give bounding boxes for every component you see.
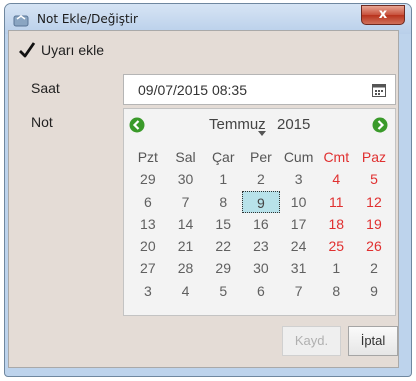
caret-down-icon[interactable] (258, 131, 266, 136)
app-icon (13, 15, 29, 27)
time-label: Saat (31, 80, 60, 96)
day-cell[interactable]: 5 (204, 280, 242, 302)
next-month-icon[interactable] (372, 117, 388, 133)
alarm-checkbox-label[interactable]: Uyarı ekle (41, 42, 104, 58)
day-cell[interactable]: 22 (204, 235, 242, 257)
day-cell[interactable]: 7 (280, 280, 318, 302)
year-label[interactable]: 2015 (277, 116, 310, 133)
day-cell[interactable]: 14 (167, 213, 205, 235)
note-label: Not (31, 114, 53, 130)
day-cell[interactable]: 15 (204, 213, 242, 235)
checkmark-icon[interactable] (18, 41, 36, 59)
day-cell[interactable]: 5 (355, 168, 393, 190)
day-cell[interactable]: 13 (129, 213, 167, 235)
calendar-popup: Temmuz 2015 Pzt Sal Çar Per Cum Cmt Paz … (123, 108, 396, 316)
datetime-field[interactable]: 09/07/2015 08:35 (123, 74, 396, 105)
weekday-header: Pzt (137, 149, 158, 165)
day-cell[interactable]: 30 (167, 168, 205, 190)
previous-month-icon[interactable] (129, 117, 145, 133)
day-cell[interactable]: 8 (317, 280, 355, 302)
day-cell[interactable]: 29 (204, 257, 242, 279)
day-cell[interactable]: 4 (167, 280, 205, 302)
calendar-grid: Pzt Sal Çar Per Cum Cmt Paz 29 30 1 2 3 … (129, 146, 393, 302)
day-cell[interactable]: 10 (280, 191, 318, 213)
weekday-header: Cmt (323, 149, 350, 165)
day-cell[interactable]: 3 (129, 280, 167, 302)
day-cell[interactable]: 16 (242, 213, 280, 235)
day-cell[interactable]: 20 (129, 235, 167, 257)
day-cell[interactable]: 2 (242, 168, 280, 190)
day-cell[interactable]: 12 (355, 191, 393, 213)
window-title: Not Ekle/Değiştir (37, 12, 138, 26)
day-cell[interactable]: 27 (129, 257, 167, 279)
day-cell[interactable]: 1 (204, 168, 242, 190)
day-cell[interactable]: 31 (280, 257, 318, 279)
weekday-header: Paz (361, 149, 387, 165)
datetime-value[interactable]: 09/07/2015 08:35 (138, 82, 247, 98)
cancel-button[interactable]: İptal (348, 326, 398, 356)
weekday-header: Çar (211, 149, 235, 165)
day-cell[interactable]: 2 (355, 257, 393, 279)
day-cell[interactable]: 11 (317, 191, 355, 213)
day-cell[interactable]: 21 (167, 235, 205, 257)
save-button[interactable]: Kayd. (282, 326, 341, 356)
calendar-icon[interactable] (372, 83, 386, 97)
day-cell[interactable]: 7 (167, 191, 205, 213)
close-button[interactable]: x (361, 5, 405, 25)
day-cell[interactable]: 25 (317, 235, 355, 257)
day-cell-selected[interactable]: 9 (242, 190, 280, 213)
day-cell[interactable]: 24 (280, 235, 318, 257)
weekday-header: Per (250, 149, 272, 165)
day-cell[interactable]: 26 (355, 235, 393, 257)
day-cell[interactable]: 19 (355, 213, 393, 235)
day-cell[interactable]: 30 (242, 257, 280, 279)
weekday-header: Sal (175, 149, 196, 165)
day-cell[interactable]: 8 (204, 191, 242, 213)
day-cell[interactable]: 28 (167, 257, 205, 279)
day-cell[interactable]: 6 (129, 191, 167, 213)
day-cell[interactable]: 1 (317, 257, 355, 279)
weekday-header: Cum (283, 149, 314, 165)
day-cell[interactable]: 18 (317, 213, 355, 235)
day-cell[interactable]: 9 (355, 280, 393, 302)
day-cell[interactable]: 4 (317, 168, 355, 190)
calendar-header: Temmuz 2015 (124, 109, 395, 142)
alarm-checkbox[interactable]: Uyarı ekle (18, 40, 104, 60)
day-cell[interactable]: 6 (242, 280, 280, 302)
day-cell[interactable]: 3 (280, 168, 318, 190)
day-cell[interactable]: 29 (129, 168, 167, 190)
day-cell[interactable]: 17 (280, 213, 318, 235)
day-cell[interactable]: 23 (242, 235, 280, 257)
